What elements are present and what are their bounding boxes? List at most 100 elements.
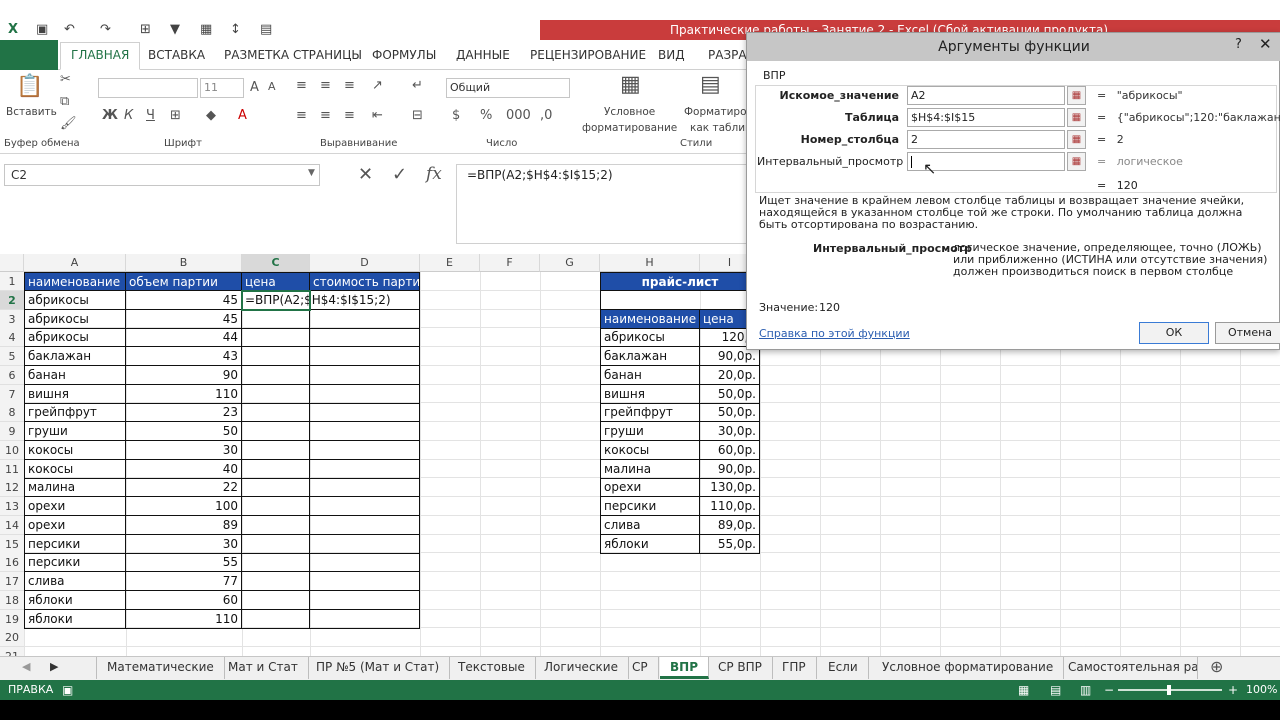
table-cell-name[interactable]: груши [24,422,126,441]
cut-icon[interactable]: ✂ [60,72,71,87]
cancel-formula-button[interactable]: ✕ [358,164,373,185]
font-name-box[interactable] [98,78,198,98]
table-cell-price[interactable] [242,534,310,554]
wrap-text-icon[interactable]: ↵ [412,78,423,93]
comma-icon[interactable]: 000 [506,108,531,123]
row-header[interactable]: 3 [0,309,24,329]
table-cell-price[interactable] [242,478,310,498]
column-header-a[interactable]: A [24,254,126,272]
name-box[interactable]: C2 [4,164,320,186]
row-header[interactable]: 7 [0,384,24,404]
format-painter-icon[interactable]: 🖌 [60,116,77,131]
ok-button[interactable]: ОК [1139,322,1209,344]
table-cell-cost[interactable] [310,403,420,423]
price-list-title[interactable]: прайс-лист [600,272,760,291]
row-header[interactable]: 17 [0,572,24,591]
price-list-price[interactable]: 20,0р. [700,365,760,385]
table-cell-price[interactable] [242,422,310,441]
table-cell-cost[interactable] [310,553,420,573]
redo-icon[interactable]: ↷ [100,22,111,37]
row-header[interactable]: 13 [0,497,24,516]
table-cell-volume[interactable]: 40 [126,459,242,479]
table-cell-cost[interactable] [310,590,420,610]
table-cell-cost[interactable] [310,440,420,460]
grow-font-icon[interactable]: A [250,80,259,95]
zoom-out-icon[interactable]: − [1104,680,1114,700]
row-header[interactable]: 12 [0,478,24,498]
table-cell-name[interactable]: кокосы [24,440,126,460]
indent-icon[interactable]: ⇤ [372,108,383,123]
table-cell-price[interactable] [242,497,310,516]
table-cell-name[interactable]: орехи [24,497,126,516]
save-icon[interactable]: ▣ [36,22,48,37]
table-cell-price[interactable] [242,403,310,423]
help-button[interactable]: ? [1235,37,1242,52]
table-cell-volume[interactable]: 30 [126,440,242,460]
currency-icon[interactable]: $ [452,108,460,123]
column-header-f[interactable]: F [480,254,540,272]
table-cell-cost[interactable] [310,328,420,348]
table-cell-cost[interactable] [310,384,420,404]
arg-input-col-index[interactable]: 2 [907,130,1065,149]
table-cell-price[interactable] [242,590,310,610]
table-cell-volume[interactable]: 89 [126,515,242,535]
sheet-tab-sr-vpr[interactable]: СР ВПР [708,657,773,679]
format-table-label-1[interactable]: Форматиро [684,106,747,119]
price-list-name[interactable]: яблоки [600,534,700,554]
tab-review[interactable]: РЕЦЕНЗИРОВАНИЕ [530,48,646,62]
table-header-cell[interactable]: объем партии [126,272,242,291]
row-header[interactable]: 10 [0,440,24,460]
conditional-format-label-1[interactable]: Условное [604,106,655,119]
table-cell-price[interactable] [242,309,310,329]
table-cell-cost[interactable] [310,459,420,479]
row-header[interactable]: 5 [0,347,24,366]
table-cell-cost[interactable] [310,515,420,535]
table-cell-volume[interactable]: 43 [126,347,242,366]
filter-icon[interactable]: ▼ [170,22,180,37]
enter-formula-button[interactable]: ✓ [392,164,407,185]
sheet-tab-text[interactable]: Текстовые [448,657,536,679]
bold-button[interactable]: Ж [102,108,118,123]
table-cell-name[interactable]: грейпфрут [24,403,126,423]
table-cell-name[interactable]: абрикосы [24,309,126,329]
table-cell-volume[interactable]: 90 [126,365,242,385]
table-cell-name[interactable]: вишня [24,384,126,404]
sheet-tab-math[interactable]: Математические [96,657,225,679]
price-list-price[interactable]: 50,0р. [700,384,760,404]
sheet-tab-vpr[interactable]: ВПР [660,657,709,679]
price-list-price[interactable]: 130,0р. [700,478,760,498]
column-header-e[interactable]: E [420,254,480,272]
table-cell-name[interactable]: абрикосы [24,328,126,348]
table-cell-volume[interactable]: 45 [126,309,242,329]
table-cell-volume[interactable]: 55 [126,553,242,573]
conditional-format-label-2[interactable]: форматирование [582,122,677,135]
table-cell-name[interactable]: персики [24,553,126,573]
table-cell-name[interactable]: яблоки [24,609,126,629]
copy-icon[interactable]: ⧉ [60,94,69,109]
price-list-name[interactable]: малина [600,459,700,479]
table-cell-price[interactable] [242,515,310,535]
table-cell-name[interactable]: персики [24,534,126,554]
table-cell-price[interactable] [242,459,310,479]
price-list-price[interactable]: 55,0р. [700,534,760,554]
merge-icon[interactable]: ⊟ [412,108,423,123]
table-cell-price[interactable] [242,365,310,385]
normal-view-icon[interactable]: ▦ [1018,680,1029,700]
align-right-icon[interactable]: ≡ [344,108,355,123]
table-cell-name[interactable]: слива [24,572,126,591]
calendar-icon[interactable]: ▦ [200,22,212,37]
table-cell-cost[interactable] [310,534,420,554]
table-cell-volume[interactable]: 45 [126,290,242,310]
font-color-icon[interactable]: A [238,108,247,123]
tab-view[interactable]: ВИД [658,48,685,62]
close-button[interactable]: ✕ [1259,35,1272,53]
price-list-blank[interactable] [600,290,760,310]
shrink-font-icon[interactable]: A [268,80,276,93]
price-list-header[interactable]: наименование [600,309,700,329]
format-painter-icon[interactable]: ⊞ [140,22,151,37]
sheet-tab-self-work[interactable]: Самостоятельная ра [1058,657,1198,679]
conditional-format-icon[interactable]: ▦ [620,72,641,97]
table-cell-cost[interactable] [310,478,420,498]
price-list-name[interactable]: баклажан [600,347,700,366]
price-list-name[interactable]: орехи [600,478,700,498]
